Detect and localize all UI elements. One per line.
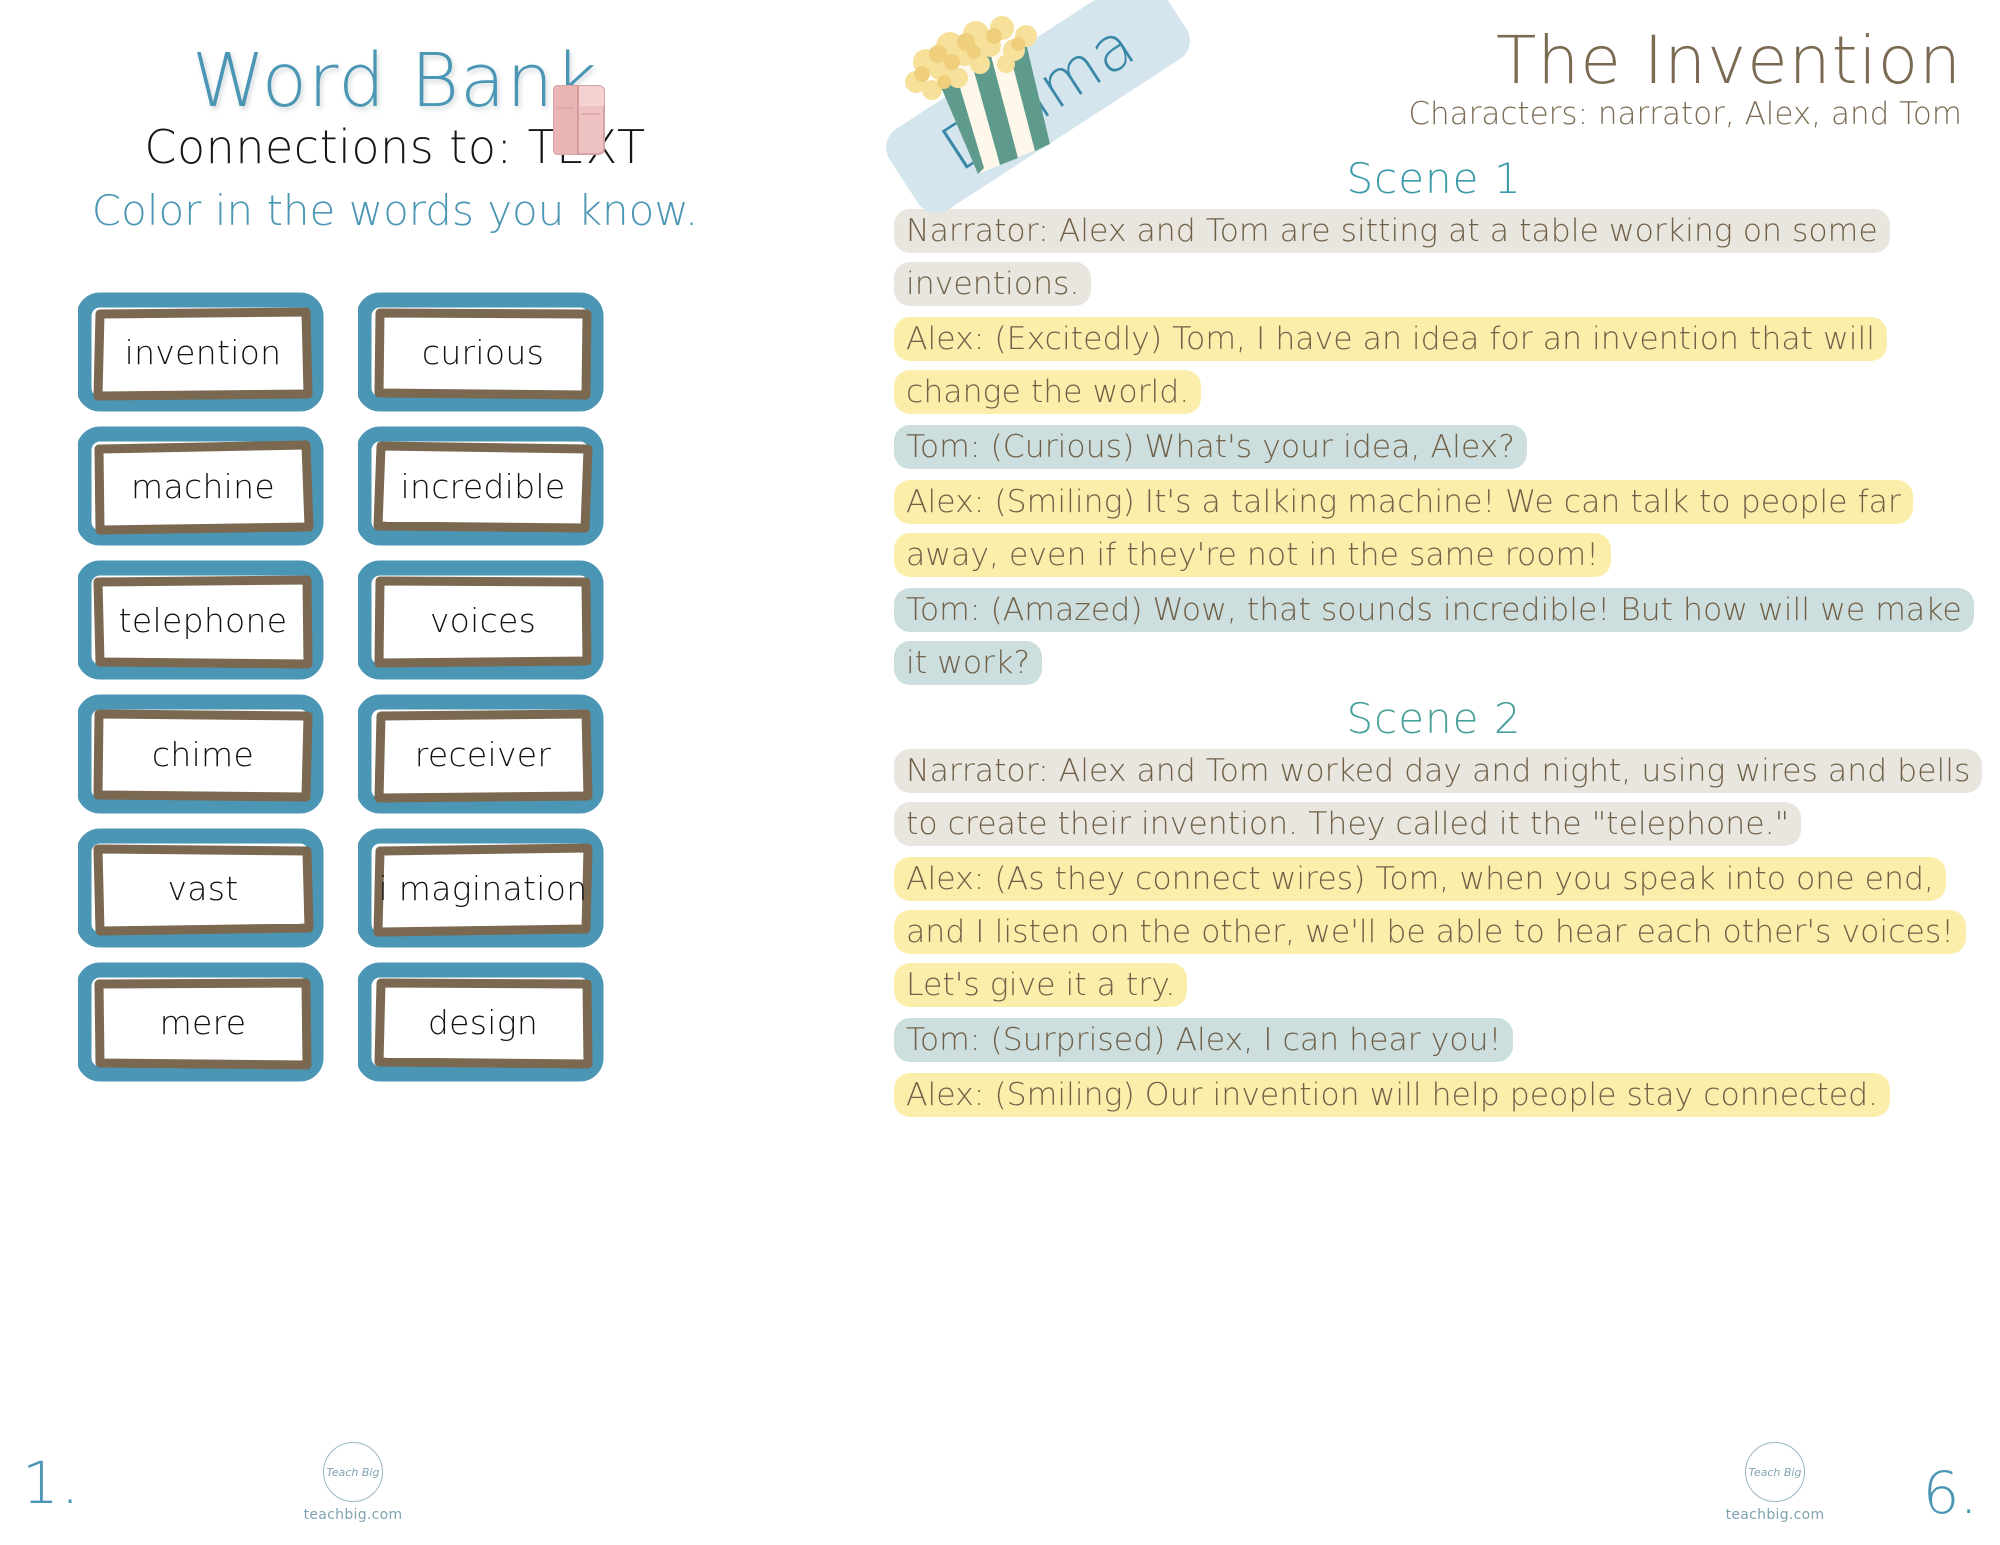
- script-line: Narrator: Alex and Tom are sitting at a …: [894, 205, 1974, 311]
- script-line-text: Narrator: Alex and Tom worked day and ni…: [894, 749, 1983, 846]
- logo-url-text: teachbig.com: [1725, 1507, 1825, 1523]
- word-label: curious: [421, 332, 545, 372]
- script-line: Alex: (Smiling) Our invention will help …: [894, 1069, 1974, 1122]
- word-box[interactable]: vast: [78, 828, 328, 948]
- script-line: Alex: (Smiling) It's a talking machine! …: [894, 476, 1974, 582]
- word-label: i magination: [378, 868, 588, 908]
- page-title: Word Bank: [191, 38, 599, 124]
- story-title: The Invention: [1496, 22, 1962, 99]
- left-page-word-bank: Word Bank Connections to: TEXT Color in …: [0, 0, 860, 1545]
- word-box[interactable]: machine: [78, 426, 328, 546]
- word-label: chime: [151, 734, 255, 774]
- brand-logo: Teach Big teachbig.com: [298, 1442, 408, 1523]
- word-box[interactable]: design: [358, 962, 608, 1082]
- logo-mark-text: Teach Big: [326, 1465, 380, 1479]
- word-box[interactable]: incredible: [358, 426, 608, 546]
- word-box[interactable]: i magination: [358, 828, 608, 948]
- word-label: receiver: [414, 734, 552, 774]
- word-label: mere: [159, 1002, 247, 1042]
- instruction-text: Color in the words you know.: [91, 186, 699, 235]
- script-line-text: Alex: (Smiling) Our invention will help …: [894, 1073, 1891, 1117]
- script-line-text: Alex: (Smiling) It's a talking machine! …: [894, 480, 1913, 577]
- word-box[interactable]: voices: [358, 560, 608, 680]
- page-subtitle: Connections to: TEXT: [144, 120, 646, 174]
- logo-mark-text: Teach Big: [1748, 1465, 1802, 1479]
- script-line: Narrator: Alex and Tom worked day and ni…: [894, 745, 1983, 851]
- word-label: voices: [429, 600, 537, 640]
- word-label: vast: [167, 868, 239, 908]
- word-box[interactable]: receiver: [358, 694, 608, 814]
- script-line-text: Narrator: Alex and Tom are sitting at a …: [894, 209, 1890, 306]
- word-box[interactable]: invention: [78, 292, 328, 412]
- page-number: 1.: [22, 1449, 82, 1517]
- word-label: machine: [131, 466, 275, 506]
- right-page-drama-script: Drama The Invention Characters: narrator…: [860, 0, 2000, 1545]
- popcorn-icon: [905, 16, 1050, 174]
- script-line: Tom: (Amazed) Wow, that sounds incredibl…: [894, 584, 1974, 690]
- book-icon: [553, 85, 605, 155]
- word-box[interactable]: mere: [78, 962, 328, 1082]
- script-line-text: Tom: (Surprised) Alex, I can hear you!: [894, 1018, 1514, 1062]
- worksheet-spread: Word Bank Connections to: TEXT Color in …: [0, 0, 2000, 1545]
- page-number: 6.: [1922, 1459, 1978, 1527]
- script-line: Alex: (As they connect wires) Tom, when …: [894, 853, 1974, 1012]
- script-line: Tom: (Curious) What's your idea, Alex?: [894, 421, 1974, 474]
- script-line: Alex: (Excitedly) Tom, I have an idea fo…: [894, 313, 1974, 419]
- word-label: incredible: [400, 466, 566, 506]
- script-line-text: Tom: (Amazed) Wow, that sounds incredibl…: [894, 588, 1974, 685]
- logo-circle-icon: Teach Big: [323, 1442, 383, 1502]
- word-bank-grid: invention curious machine incredible tel…: [78, 292, 638, 1082]
- script-line-text: Alex: (Excitedly) Tom, I have an idea fo…: [894, 317, 1888, 414]
- script-line-text: Tom: (Curious) What's your idea, Alex?: [894, 425, 1528, 469]
- word-label: telephone: [118, 600, 288, 640]
- word-box[interactable]: curious: [358, 292, 608, 412]
- logo-url-text: teachbig.com: [303, 1507, 403, 1523]
- story-characters: Characters: narrator, Alex, and Tom: [1408, 96, 1962, 132]
- word-label: invention: [124, 332, 282, 372]
- script-body: Scene 1 Narrator: Alex and Tom are sitti…: [894, 150, 1983, 1124]
- script-line-text: Alex: (As they connect wires) Tom, when …: [894, 857, 1966, 1007]
- logo-circle-icon: Teach Big: [1745, 1442, 1805, 1502]
- word-box[interactable]: telephone: [78, 560, 328, 680]
- scene-heading: Scene 2: [1346, 694, 1522, 743]
- word-label: design: [427, 1002, 539, 1042]
- script-line: Tom: (Surprised) Alex, I can hear you!: [894, 1014, 1974, 1067]
- word-box[interactable]: chime: [78, 694, 328, 814]
- brand-logo: Teach Big teachbig.com: [1720, 1442, 1830, 1523]
